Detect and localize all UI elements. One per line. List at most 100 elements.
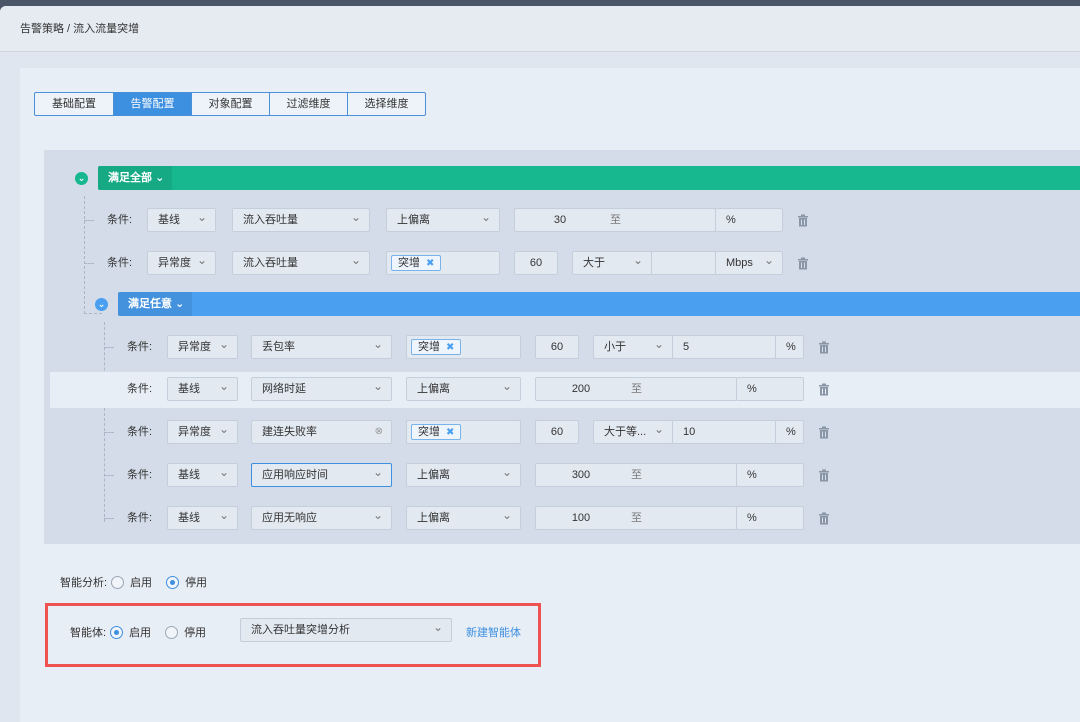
trash-icon[interactable] bbox=[818, 341, 830, 354]
tag-text: 突增 bbox=[398, 257, 420, 269]
smart-analysis-disable-label[interactable]: 停用 bbox=[185, 574, 207, 590]
threshold-input[interactable]: 5 bbox=[672, 335, 776, 359]
condition-type-select[interactable]: 异常度 bbox=[147, 249, 216, 275]
tab-basic-config[interactable]: 基础配置 bbox=[34, 92, 114, 116]
tree-line bbox=[84, 313, 102, 314]
unit-label: % bbox=[736, 506, 804, 530]
group-any-label: 满足任意 bbox=[128, 298, 172, 310]
metric-select[interactable]: 流入吞吐量 bbox=[232, 206, 370, 232]
mode-select[interactable]: 上偏离 bbox=[406, 504, 521, 530]
config-panel: 基础配置 告警配置 对象配置 过滤维度 选择维度 ⌄ 满足全部 ⌄ 条件: 基线… bbox=[20, 68, 1080, 722]
tab-bar: 基础配置 告警配置 对象配置 过滤维度 选择维度 bbox=[34, 92, 426, 116]
tab-select-dimension[interactable]: 选择维度 bbox=[348, 92, 426, 116]
rules-area: ⌄ 满足全部 ⌄ 条件: 基线 流入吞吐量 上偏离 30 至 % 条件: 异常度 … bbox=[44, 150, 1080, 544]
condition-type-select[interactable]: 基线 bbox=[167, 375, 238, 401]
range-input[interactable]: 30 至 bbox=[514, 208, 716, 232]
group-all-dropdown[interactable]: 满足全部 ⌄ bbox=[98, 166, 173, 190]
agent-select[interactable]: 流入吞吐量突增分析 bbox=[240, 616, 452, 642]
collapse-icon[interactable]: ⌄ bbox=[75, 172, 88, 185]
unit-label: % bbox=[736, 463, 804, 487]
trash-icon[interactable] bbox=[818, 469, 830, 482]
metric-select[interactable]: 应用无响应 bbox=[251, 504, 392, 530]
tab-filter-dimension[interactable]: 过滤维度 bbox=[270, 92, 348, 116]
metric-select[interactable]: 网络时延 bbox=[251, 375, 392, 401]
trash-icon[interactable] bbox=[797, 257, 809, 270]
breadcrumb: 告警策略 / 流入流量突增 bbox=[0, 6, 1080, 52]
condition-label: 条件: bbox=[127, 383, 153, 395]
condition-row: 条件: 异常度 丢包率 突增 ✖ 60 小于 5 % bbox=[44, 333, 1080, 361]
tag-text: 突增 bbox=[418, 426, 440, 438]
range-separator: 至 bbox=[631, 512, 642, 524]
value-input[interactable]: 60 bbox=[514, 251, 558, 275]
agent-disable-radio[interactable] bbox=[165, 625, 179, 639]
condition-type-select[interactable]: 基线 bbox=[167, 504, 238, 530]
condition-label: 条件: bbox=[107, 257, 133, 269]
trash-icon[interactable] bbox=[818, 512, 830, 525]
condition-row: 条件: 基线 应用无响应 上偏离 100 至 % bbox=[44, 504, 1080, 532]
tag-chip: 突增 ✖ bbox=[411, 339, 462, 355]
new-agent-link[interactable]: 新建智能体 bbox=[466, 624, 521, 640]
condition-type-select[interactable]: 基线 bbox=[147, 206, 216, 232]
condition-type-select[interactable]: 基线 bbox=[167, 461, 238, 487]
mode-select[interactable]: 上偏离 bbox=[406, 461, 521, 487]
smart-analysis-disable-radio[interactable] bbox=[166, 575, 180, 589]
range-input[interactable]: 300 至 bbox=[535, 463, 737, 487]
tag-text: 突增 bbox=[418, 341, 440, 353]
metric-select[interactable]: 建连失败率 ⊗ bbox=[251, 420, 392, 444]
group-any-bar: 满足任意 ⌄ bbox=[118, 292, 1080, 316]
compare-select[interactable]: 小于 bbox=[593, 333, 673, 359]
range-input[interactable]: 100 至 bbox=[535, 506, 737, 530]
metric-select[interactable]: 流入吞吐量 bbox=[232, 249, 370, 275]
tag-select[interactable]: 突增 ✖ bbox=[406, 335, 521, 359]
unit-label: % bbox=[775, 420, 804, 444]
smart-analysis-label: 智能分析: bbox=[60, 577, 108, 589]
value-input[interactable]: 60 bbox=[535, 420, 579, 444]
threshold-input[interactable]: 10 bbox=[672, 420, 776, 444]
close-icon[interactable]: ✖ bbox=[426, 258, 434, 269]
close-icon[interactable]: ✖ bbox=[446, 427, 454, 438]
tab-object-config[interactable]: 对象配置 bbox=[192, 92, 270, 116]
agent-enable-radio[interactable] bbox=[110, 625, 124, 639]
compare-select[interactable]: 大于 bbox=[572, 249, 652, 275]
mode-select[interactable]: 上偏离 bbox=[386, 206, 500, 232]
range-separator: 至 bbox=[631, 469, 642, 481]
group-any-dropdown[interactable]: 满足任意 ⌄ bbox=[118, 292, 193, 316]
trash-icon[interactable] bbox=[818, 426, 830, 439]
range-low: 30 bbox=[553, 214, 567, 226]
condition-type-select[interactable]: 异常度 bbox=[167, 333, 238, 359]
condition-row: 条件: 异常度 流入吞吐量 突增 ✖ 60 大于 Mbps bbox=[44, 249, 1080, 277]
threshold-input[interactable] bbox=[651, 251, 716, 275]
range-separator: 至 bbox=[631, 383, 642, 395]
clear-icon[interactable]: ⊗ bbox=[375, 421, 383, 443]
condition-label: 条件: bbox=[127, 341, 153, 353]
collapse-icon[interactable]: ⌄ bbox=[95, 298, 108, 311]
smart-analysis-row: 智能分析: 启用 停用 bbox=[60, 574, 207, 590]
metric-select[interactable]: 丢包率 bbox=[251, 333, 392, 359]
close-icon[interactable]: ✖ bbox=[446, 342, 454, 353]
trash-icon[interactable] bbox=[797, 214, 809, 227]
value-input[interactable]: 60 bbox=[535, 335, 579, 359]
condition-label: 条件: bbox=[107, 214, 133, 226]
tab-alert-config[interactable]: 告警配置 bbox=[114, 92, 192, 116]
range-low: 300 bbox=[571, 469, 591, 481]
tag-select[interactable]: 突增 ✖ bbox=[386, 251, 500, 275]
range-input[interactable]: 200 至 bbox=[535, 377, 737, 401]
tag-chip: 突增 ✖ bbox=[391, 255, 442, 271]
chevron-down-icon: ⌄ bbox=[175, 298, 185, 310]
metric-select[interactable]: 应用响应时间 bbox=[251, 461, 392, 487]
smart-analysis-enable-radio[interactable] bbox=[111, 575, 125, 589]
mode-select[interactable]: 上偏离 bbox=[406, 375, 521, 401]
trash-icon[interactable] bbox=[818, 383, 830, 396]
app-window: 告警策略 / 流入流量突增 基础配置 告警配置 对象配置 过滤维度 选择维度 ⌄… bbox=[0, 6, 1080, 722]
compare-select[interactable]: 大于等... bbox=[593, 418, 673, 444]
condition-type-select[interactable]: 异常度 bbox=[167, 418, 238, 444]
range-low: 200 bbox=[571, 383, 591, 395]
unit-select[interactable]: Mbps bbox=[715, 249, 783, 275]
tag-select[interactable]: 突增 ✖ bbox=[406, 420, 521, 444]
chevron-down-icon: ⌄ bbox=[155, 172, 165, 184]
smart-analysis-enable-label[interactable]: 启用 bbox=[130, 574, 152, 590]
agent-disable-label[interactable]: 停用 bbox=[184, 624, 206, 640]
agent-enable-label[interactable]: 启用 bbox=[129, 624, 151, 640]
metric-value: 建连失败率 bbox=[262, 426, 317, 438]
condition-label: 条件: bbox=[127, 512, 153, 524]
